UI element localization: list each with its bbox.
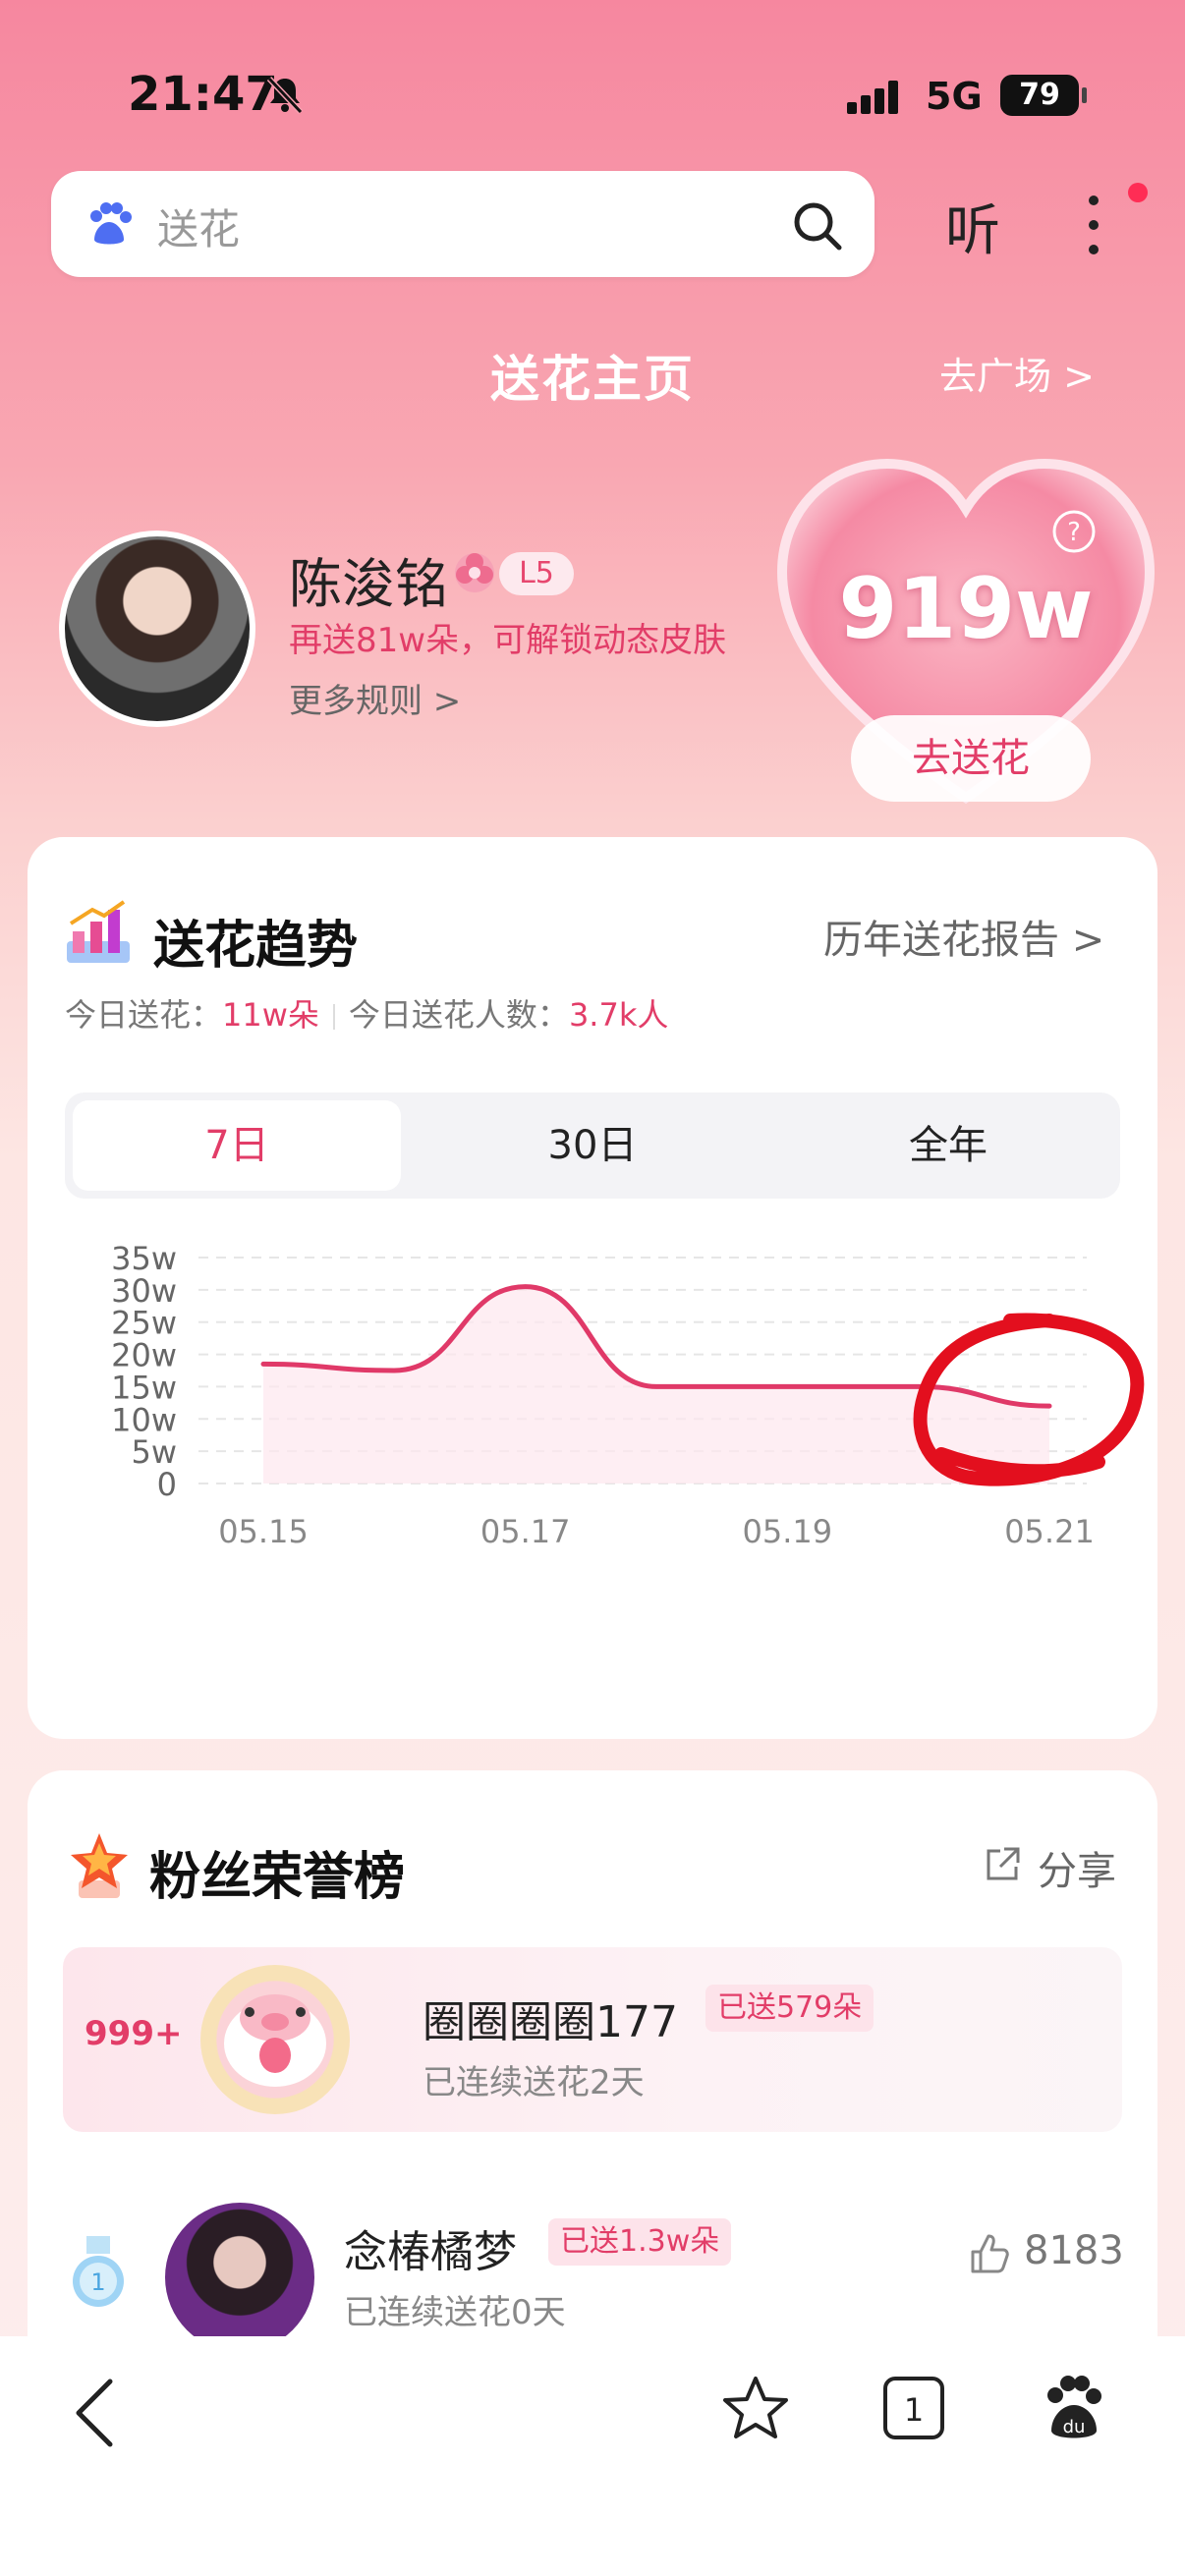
level-badge: L5 <box>499 552 574 595</box>
my-rank-row[interactable]: 999+ 圈圈圈圈177 已送579朵 已连续送花2天 <box>63 1947 1122 2132</box>
battery-indicator: 79 <box>1000 75 1087 116</box>
user-avatar[interactable] <box>59 531 255 727</box>
unlock-tip: 再送81w朵，可解锁动态皮肤 <box>289 621 727 660</box>
thumbs-up-icon[interactable] <box>969 2232 1012 2275</box>
tab-count-icon[interactable]: 1 <box>882 2376 945 2440</box>
rank-1-name: 念椿橘梦 <box>344 2227 517 2277</box>
pig-avatar-icon <box>224 1994 326 2087</box>
stats-divider <box>332 1004 335 1030</box>
my-streak: 已连续送花2天 <box>423 2063 645 2102</box>
trend-line-chart: 35w30w25w20w15w10w5w005.15 05.17 05.19 05.2… <box>111 1240 1145 1550</box>
rank-1-like-count[interactable]: 8183 <box>1024 2228 1124 2273</box>
my-name: 圈圈圈圈177 <box>423 1997 678 2047</box>
svg-text:?: ? <box>1067 518 1081 547</box>
trend-card: 送花趋势 历年送花报告 > 今日送花：11w朵 今日送花人数：3.7k人 7日 3… <box>28 837 1157 1739</box>
fans-title: 粉丝荣誉榜 <box>149 1848 406 1907</box>
trend-title: 送花趋势 <box>153 917 359 976</box>
rank-1-avatar[interactable] <box>165 2203 314 2352</box>
share-button[interactable]: 分享 <box>1038 1839 1116 1896</box>
search-bar[interactable]: 送花 <box>51 171 875 277</box>
x-tick-label: 05.15 <box>218 1513 309 1550</box>
my-avatar <box>200 1965 350 2114</box>
star-medal-icon <box>71 1833 128 1898</box>
help-icon[interactable]: ? <box>1051 509 1097 554</box>
my-rank: 999+ <box>85 2014 183 2053</box>
send-flower-button[interactable]: 去送花 <box>851 715 1091 802</box>
svg-text:1: 1 <box>90 2268 105 2296</box>
rank-1-streak: 已连续送花0天 <box>344 2293 566 2332</box>
listen-button[interactable]: 听 <box>945 187 1000 266</box>
bell-muted-icon <box>266 76 304 115</box>
today-people-label: 今日送花人数： <box>348 996 569 1034</box>
tab-30-days[interactable]: 30日 <box>428 1100 757 1191</box>
svg-text:du: du <box>1063 2417 1086 2437</box>
my-sent-badge: 已送579朵 <box>705 1985 875 2032</box>
baidu-paw-icon <box>90 202 132 245</box>
x-tick-label: 05.19 <box>743 1513 833 1550</box>
flower-badge-icon <box>455 553 494 592</box>
x-tick-label: 05.21 <box>1004 1513 1095 1550</box>
more-vertical-icon[interactable] <box>1079 193 1108 257</box>
rank-1-sent-badge: 已送1.3w朵 <box>548 2218 732 2266</box>
fans-card: 粉丝荣誉榜 分享 999+ 圈圈圈圈177 已送579朵 已连续送花2天 1 念… <box>28 1770 1157 2399</box>
signal-icon <box>847 81 898 114</box>
user-name: 陈浚铭 <box>289 553 448 615</box>
flower-total: 919w <box>838 560 1094 658</box>
today-flower-label: 今日送花： <box>65 996 223 1034</box>
tab-full-year[interactable]: 全年 <box>784 1100 1112 1191</box>
today-stats: 今日送花：11w朵 今日送花人数：3.7k人 <box>65 990 668 1036</box>
today-flower-value: 11w朵 <box>222 996 319 1034</box>
tab-7-days[interactable]: 7日 <box>73 1100 401 1191</box>
bottom-nav: 1 du <box>0 2336 1185 2576</box>
back-arrow-icon[interactable] <box>73 2378 116 2448</box>
search-input[interactable]: 送花 <box>157 196 240 256</box>
favorite-star-icon[interactable] <box>721 2374 790 2442</box>
search-icon[interactable] <box>790 198 845 253</box>
network-label: 5G <box>926 75 983 118</box>
status-time: 21:47 <box>128 67 278 122</box>
baidu-home-icon[interactable]: du <box>1042 2374 1106 2442</box>
today-people-value: 3.7k人 <box>568 996 669 1034</box>
more-rules-link[interactable]: 更多规则 > <box>289 674 461 722</box>
share-icon[interactable] <box>983 1845 1022 1884</box>
x-tick-label: 05.17 <box>480 1513 571 1550</box>
rank-1-medal-icon: 1 <box>73 2236 124 2307</box>
y-tick-label: 0 <box>157 1466 177 1503</box>
notification-dot <box>1128 183 1148 202</box>
history-report-link[interactable]: 历年送花报告 > <box>823 908 1104 965</box>
range-tabs: 7日 30日 全年 <box>65 1092 1120 1199</box>
svg-text:1: 1 <box>904 2391 924 2429</box>
plaza-link[interactable]: 去广场 > <box>939 346 1095 400</box>
trend-chart-icon <box>67 900 130 963</box>
